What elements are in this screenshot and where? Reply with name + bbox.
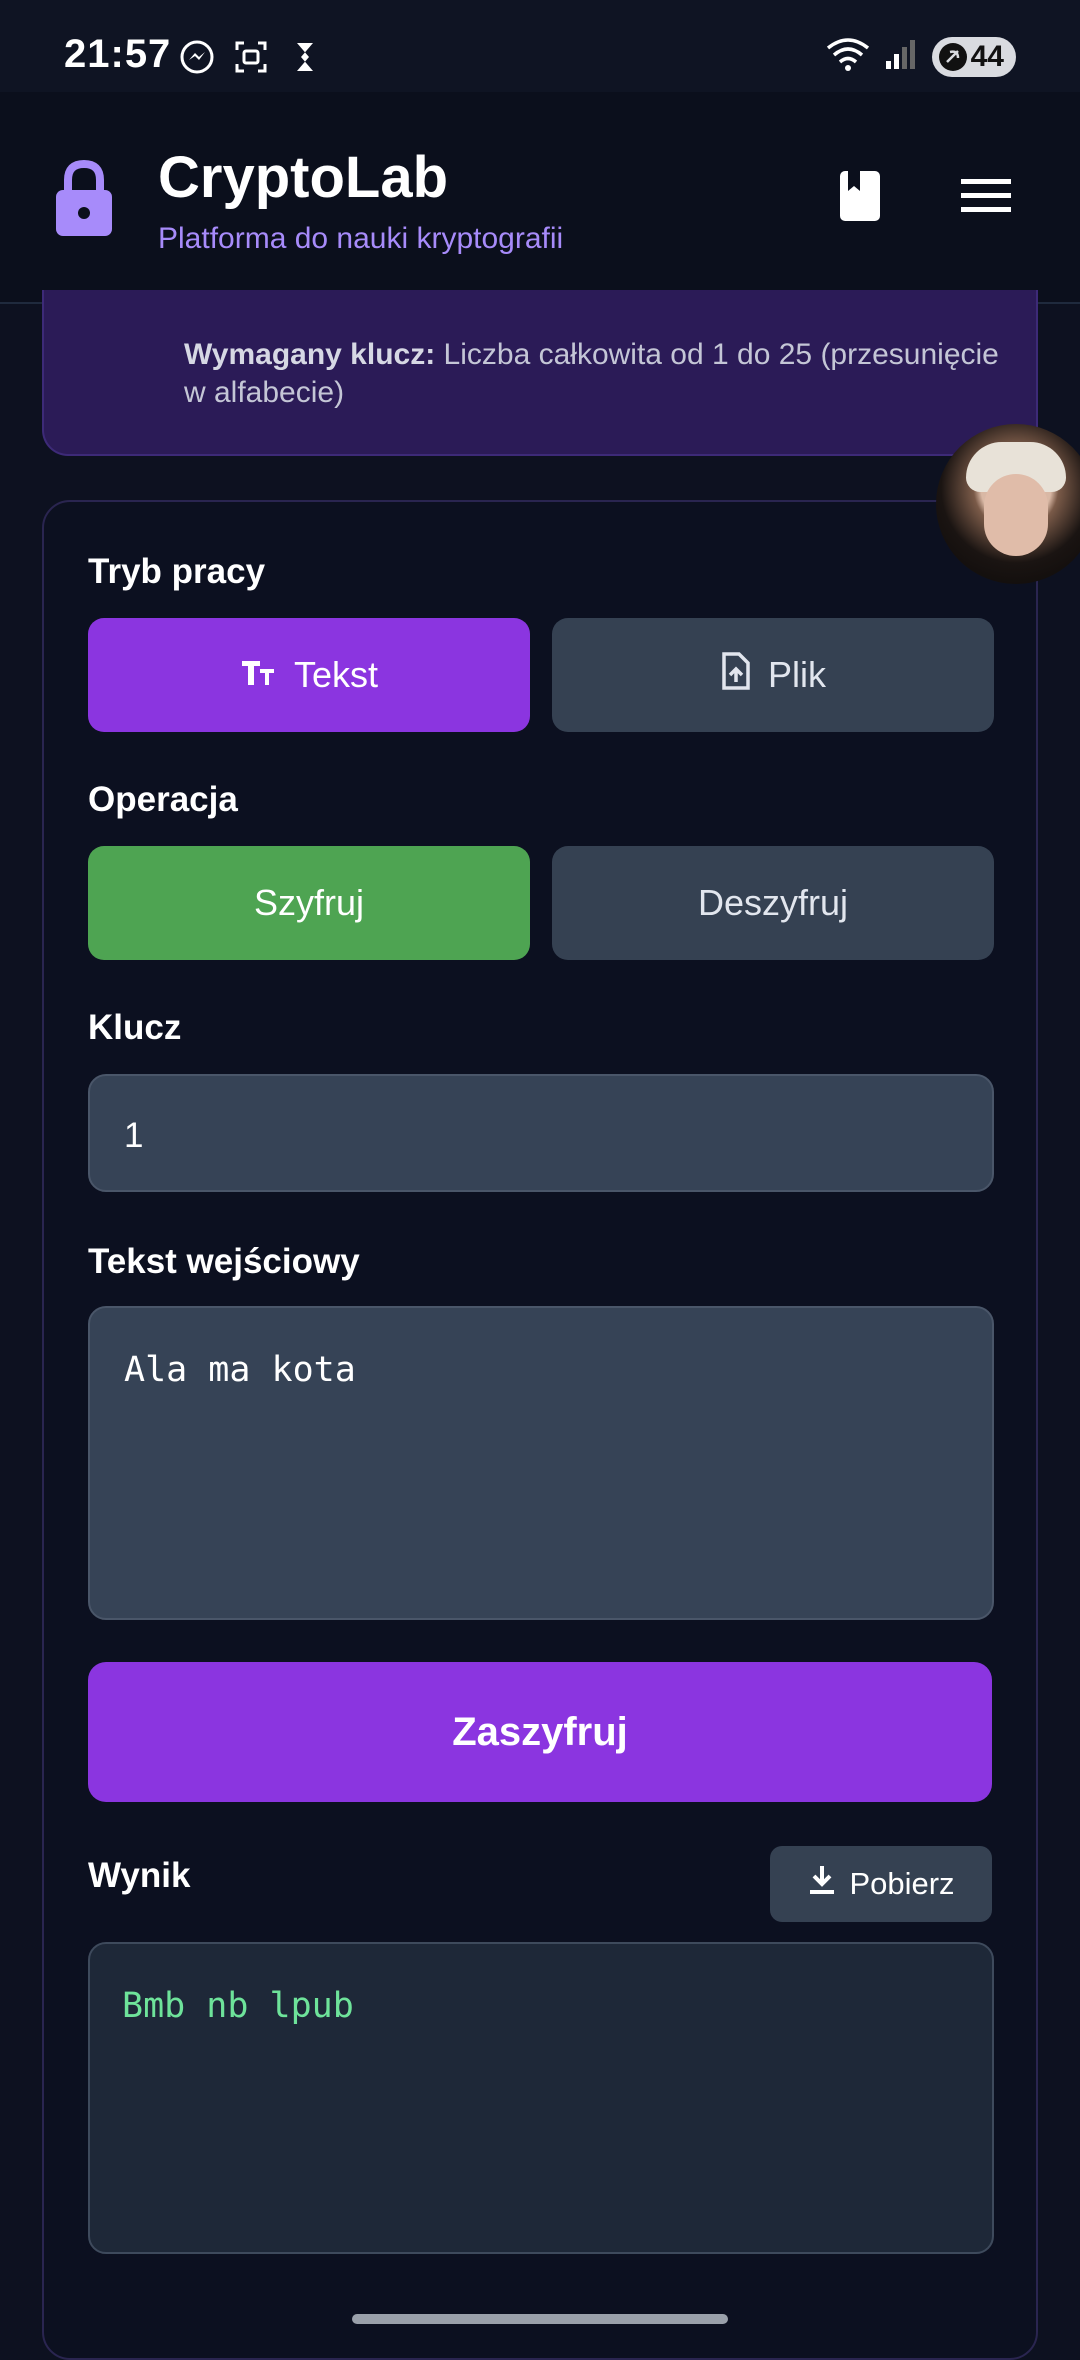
mode-text-label: Tekst [293,654,379,695]
key-input[interactable]: 1 [88,1074,994,1192]
operation-label: Operacja [88,780,238,819]
encrypt-submit-button[interactable]: Zaszyfruj [88,1662,992,1802]
download-icon [807,1864,837,1904]
menu-icon [961,177,1011,220]
key-label: Klucz [88,1008,182,1047]
key-requirement-text: Wymagany klucz: Liczba całkowita od 1 do… [184,336,1004,412]
messenger-icon [178,38,216,76]
status-system-icons: 44 [826,36,1016,77]
status-bar: 21:57 44 [0,0,1080,92]
input-text-value: Ala ma kota [124,1350,356,1390]
app-icon [286,38,324,76]
text-format-icon [240,654,276,696]
mode-text-button[interactable]: Tekst [88,618,530,732]
input-text-label: Tekst wejściowy [88,1242,360,1281]
download-button[interactable]: Pobierz [770,1846,992,1922]
home-indicator[interactable] [352,2314,728,2324]
download-label: Pobierz [849,1866,955,1901]
key-input-value: 1 [124,1116,144,1155]
battery-icon: 44 [932,36,1016,77]
status-notification-icons [178,38,324,76]
app-subtitle: Platforma do nauki kryptografii [158,222,564,255]
encrypt-option-label: Szyfruj [253,882,365,923]
result-label: Wynik [88,1856,191,1895]
mode-label: Tryb pracy [88,552,266,591]
key-requirement-label: Wymagany klucz: [184,338,436,371]
battery-level: 44 [970,39,1004,73]
result-output[interactable]: Bmb nb lpub [88,1942,994,2254]
encrypt-submit-label: Zaszyfruj [452,1709,628,1754]
menu-button[interactable] [946,158,1026,238]
mode-file-button[interactable]: Plik [552,618,994,732]
app-title: CryptoLab [158,145,448,210]
signal-icon [884,37,918,76]
file-upload-icon [720,651,750,699]
cipher-info-card: Wymagany klucz: Liczba całkowita od 1 do… [42,290,1038,456]
input-text-area[interactable]: Ala ma kota [88,1306,994,1620]
decrypt-option-label: Deszyfruj [697,882,849,923]
battery-saver-icon [938,42,967,71]
wifi-icon [826,36,870,77]
screenshot-icon [232,38,270,76]
lock-icon [52,158,116,245]
app-header: CryptoLab Platforma do nauki kryptografi… [0,92,1080,304]
book-icon [838,169,882,228]
decrypt-option-button[interactable]: Deszyfruj [552,846,994,960]
result-output-value: Bmb nb lpub [122,1986,354,2026]
encrypt-option-button[interactable]: Szyfruj [88,846,530,960]
status-time: 21:57 [64,32,172,76]
mode-file-label: Plik [767,654,826,695]
book-button[interactable] [820,158,900,238]
avatar-face [984,474,1048,556]
